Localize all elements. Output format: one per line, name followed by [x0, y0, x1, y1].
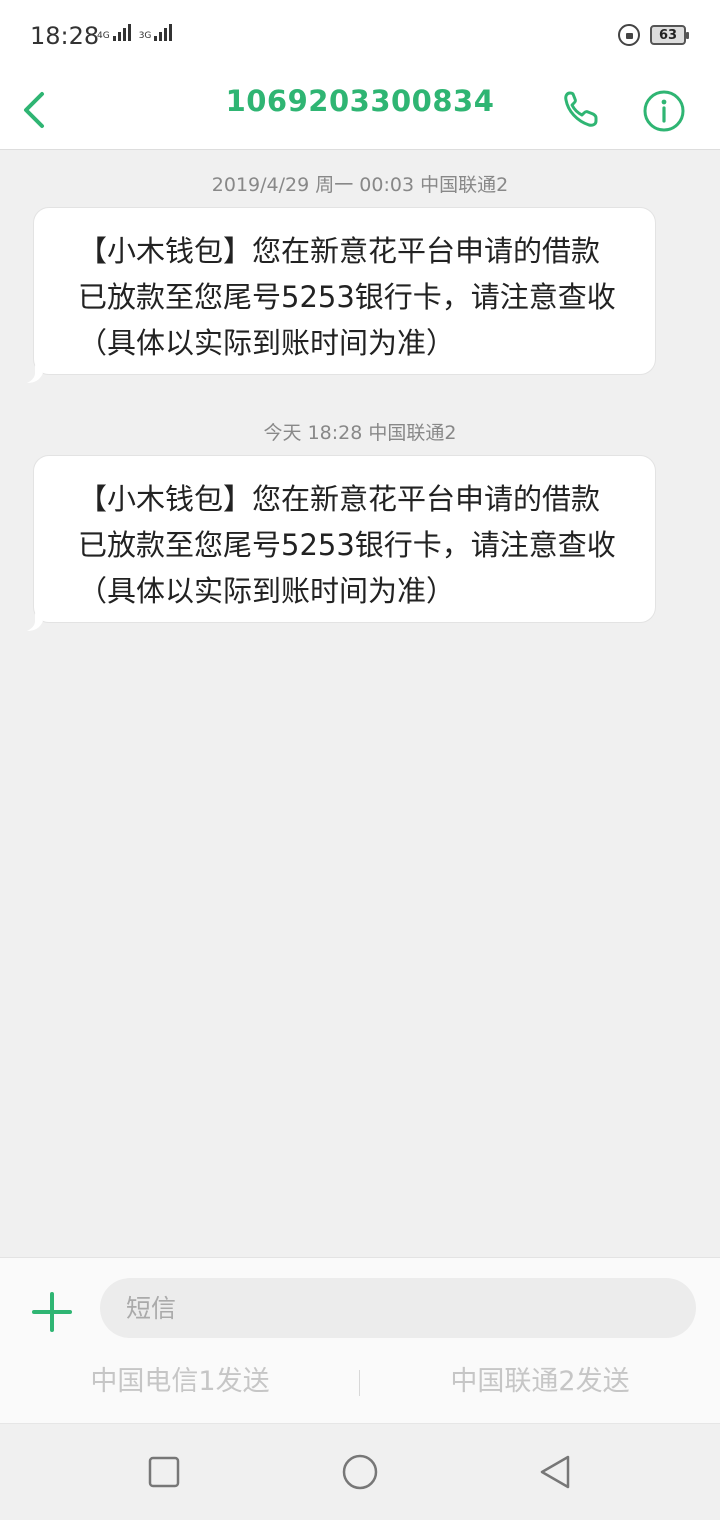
- send-options: 中国电信1发送 中国联通2发送: [0, 1362, 720, 1402]
- conversation-header: 1069203300834: [0, 70, 720, 150]
- add-attachment-button[interactable]: [30, 1290, 74, 1334]
- phone-icon: [564, 91, 598, 127]
- plus-icon: [32, 1292, 72, 1332]
- signal-3g-icon: 3G: [139, 24, 173, 41]
- home-button[interactable]: [340, 1452, 380, 1492]
- message-composer: 中国电信1发送 中国联通2发送: [0, 1257, 720, 1423]
- send-sim1-button[interactable]: 中国电信1发送: [0, 1362, 360, 1402]
- signal-indicators: 4G 3G: [97, 24, 173, 41]
- back-nav-button[interactable]: [536, 1452, 576, 1492]
- circle-icon: [342, 1454, 378, 1490]
- info-button[interactable]: [640, 80, 690, 140]
- status-time: 18:28: [30, 22, 100, 50]
- square-icon: [148, 1456, 180, 1488]
- info-icon: [643, 90, 685, 132]
- contact-number-title: 1069203300834: [225, 84, 495, 118]
- bubble-tail: [27, 613, 43, 631]
- sms-input[interactable]: [100, 1278, 696, 1338]
- message-timestamp: 今天 18:28 中国联通2: [263, 422, 457, 444]
- send-sim2-button[interactable]: 中国联通2发送: [360, 1362, 720, 1402]
- recent-apps-button[interactable]: [144, 1452, 184, 1492]
- message-text: 【小木钱包】您在新意花平台申请的借款已放款至您尾号5253银行卡，请注意查收（具…: [78, 482, 616, 608]
- message-timestamp: 2019/4/29 周一 00:03 中国联通2: [211, 174, 509, 196]
- triangle-back-icon: [540, 1455, 570, 1489]
- battery-icon: 63: [650, 25, 689, 45]
- status-right: 63: [618, 24, 689, 46]
- bubble-tail: [27, 365, 43, 383]
- message-bubble[interactable]: 【小木钱包】您在新意花平台申请的借款已放款至您尾号5253银行卡，请注意查收（具…: [27, 207, 656, 383]
- status-bar: 18:28 4G 3G 63: [0, 0, 720, 70]
- message-text: 【小木钱包】您在新意花平台申请的借款已放款至您尾号5253银行卡，请注意查收（具…: [78, 234, 616, 360]
- system-navbar: [0, 1423, 720, 1520]
- signal-4g-icon: 4G: [97, 24, 131, 41]
- call-button[interactable]: [556, 80, 606, 140]
- rotation-lock-icon: [618, 24, 640, 46]
- message-bubble[interactable]: 【小木钱包】您在新意花平台申请的借款已放款至您尾号5253银行卡，请注意查收（具…: [27, 455, 656, 631]
